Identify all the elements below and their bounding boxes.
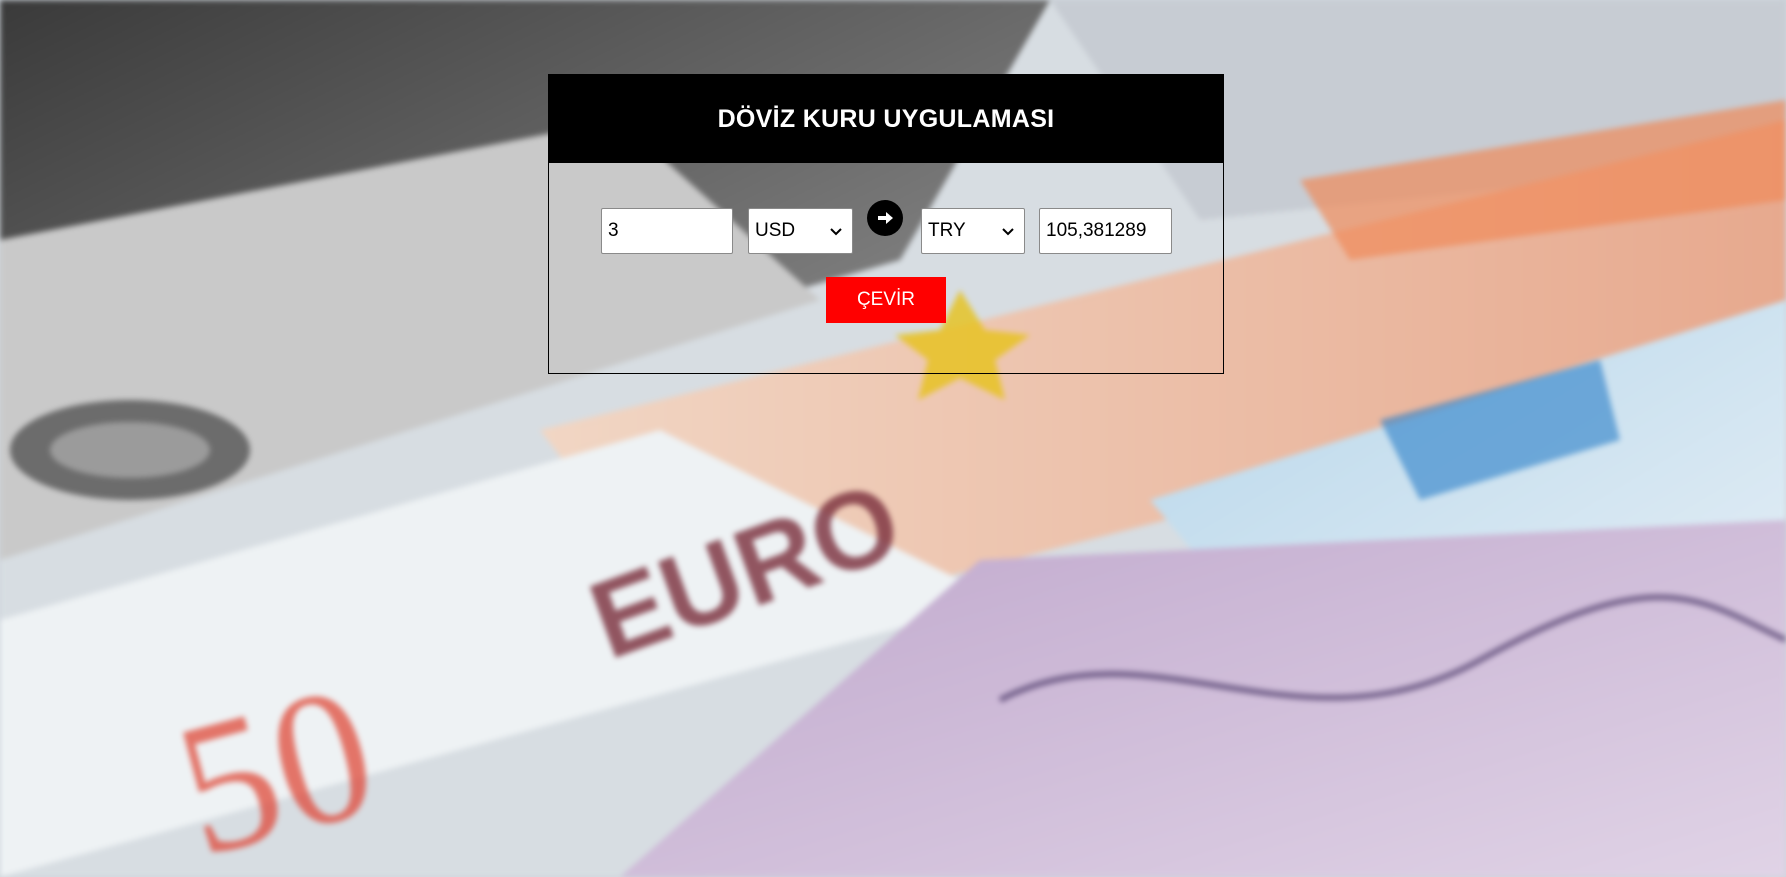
arrow-right-circle-icon (867, 200, 903, 236)
convert-button[interactable]: ÇEVİR (826, 277, 946, 323)
amount-input[interactable] (601, 208, 733, 254)
app-header: DÖVİZ KURU UYGULAMASI (549, 75, 1223, 163)
chevron-down-icon (830, 228, 842, 236)
to-currency-value: TRY (928, 220, 966, 241)
to-currency-select[interactable]: TRY (921, 208, 1025, 254)
chevron-down-icon (1002, 228, 1014, 236)
result-output[interactable] (1039, 208, 1172, 254)
converter-panel: DÖVİZ KURU UYGULAMASI USD TRY ÇEVİR (548, 74, 1224, 374)
from-currency-select[interactable]: USD (748, 208, 853, 254)
conversion-row: USD TRY (549, 200, 1223, 254)
app-title: DÖVİZ KURU UYGULAMASI (717, 104, 1055, 133)
from-currency-value: USD (755, 220, 796, 241)
